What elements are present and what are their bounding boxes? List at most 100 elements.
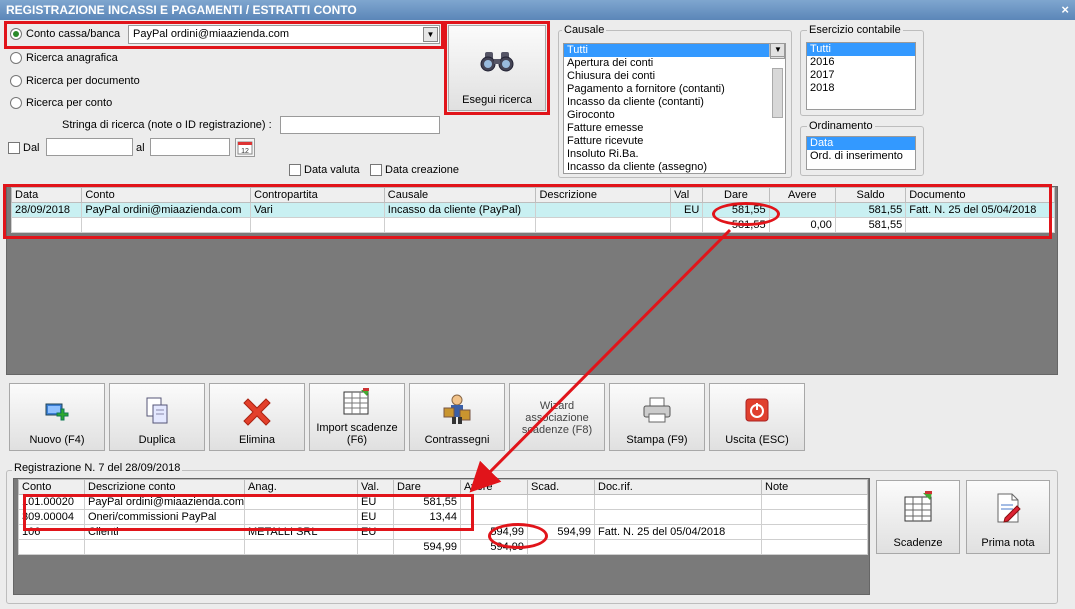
list-item[interactable]: Ord. di inserimento <box>807 150 915 163</box>
data-creazione-label: Data creazione <box>385 164 459 176</box>
data-valuta-label: Data valuta <box>304 164 360 176</box>
exit-button[interactable]: Uscita (ESC) <box>709 383 805 451</box>
list-item[interactable]: Data <box>807 137 915 150</box>
list-item[interactable]: Tutti <box>807 43 915 56</box>
list-item[interactable]: 2017 <box>807 69 915 82</box>
totals-row: 594,99 594,99 <box>18 539 868 555</box>
chevron-down-icon[interactable]: ▼ <box>423 27 438 42</box>
list-item[interactable]: 2018 <box>807 82 915 95</box>
radio-label: Ricerca per documento <box>26 75 140 87</box>
radio-ricerca-documento[interactable]: Ricerca per documento <box>10 75 140 88</box>
column-header[interactable]: Anag. <box>244 479 358 495</box>
edit-document-icon <box>997 493 1021 523</box>
search-string-input[interactable] <box>280 116 440 134</box>
column-header[interactable]: Conto <box>18 479 85 495</box>
scadenze-button[interactable]: Scadenze <box>876 480 960 554</box>
list-item[interactable]: Apertura dei conti <box>564 57 785 70</box>
delete-icon <box>243 398 271 426</box>
import-icon <box>343 388 369 415</box>
binoculars-icon <box>480 52 514 72</box>
causale-listbox[interactable]: Tutti Apertura dei conti Chiusura dei co… <box>563 43 786 174</box>
wizard-button[interactable]: Wizard associazione scadenze (F8) <box>509 383 605 451</box>
radio-ricerca-anagrafica[interactable]: Ricerca anagrafica <box>10 52 118 65</box>
duplicate-button-label: Duplica <box>138 434 176 446</box>
column-header[interactable]: Descrizione conto <box>84 479 245 495</box>
account-select[interactable]: PayPal ordini@miaazienda.com ▼ <box>128 25 440 44</box>
checkbox-data-valuta[interactable]: Data valuta <box>289 164 360 177</box>
list-item[interactable]: Insoluto Ri.Ba. <box>564 148 785 161</box>
date-from-input[interactable] <box>46 138 133 156</box>
list-item[interactable]: Giroconto <box>564 109 785 122</box>
radio-ricerca-conto[interactable]: Ricerca per conto <box>10 97 113 110</box>
radio-button-icon <box>10 75 22 88</box>
table-cell <box>84 539 245 555</box>
table-cell <box>761 524 868 540</box>
list-item[interactable]: 2016 <box>807 56 915 69</box>
table-cell <box>527 494 595 510</box>
column-header[interactable]: Doc.rif. <box>594 479 762 495</box>
new-button-label: Nuovo (F4) <box>29 434 85 446</box>
calculator-icon <box>904 491 932 522</box>
search-button-label: Esegui ricerca <box>462 94 532 106</box>
list-item[interactable]: Fatture emesse <box>564 122 785 135</box>
courier-icon <box>443 394 471 424</box>
avere-highlight-ellipse <box>488 523 548 549</box>
list-item[interactable]: Chiusura dei conti <box>564 70 785 83</box>
contrassegni-button-label: Contrassegni <box>424 434 490 446</box>
radio-label: Conto cassa/banca <box>26 28 121 40</box>
esercizio-listbox[interactable]: Tutti 2016 2017 2018 <box>806 42 916 110</box>
causale-scrollbar[interactable]: ▲ ▼ <box>769 44 785 118</box>
close-icon[interactable]: × <box>1061 2 1069 17</box>
scadenze-button-label: Scadenze <box>893 537 943 549</box>
import-scadenze-button-label: Import scadenze (F6) <box>316 422 398 446</box>
radio-button-icon <box>10 52 22 65</box>
duplicate-icon <box>146 397 168 424</box>
print-button[interactable]: Stampa (F9) <box>609 383 705 451</box>
column-header[interactable]: Scad. <box>527 479 595 495</box>
contrassegni-button[interactable]: Contrassegni <box>409 383 505 451</box>
table-cell <box>761 494 868 510</box>
checkbox-dal[interactable]: Dal <box>8 142 40 155</box>
radio-conto-cassa[interactable]: Conto cassa/banca <box>10 28 121 41</box>
print-button-label: Stampa (F9) <box>626 434 688 446</box>
duplicate-button[interactable]: Duplica <box>109 383 205 451</box>
prima-nota-button[interactable]: Prima nota <box>966 480 1050 554</box>
delete-button[interactable]: Elimina <box>209 383 305 451</box>
radio-button-icon <box>10 97 22 110</box>
ordinamento-listbox[interactable]: Data Ord. di inserimento <box>806 136 916 170</box>
column-header[interactable]: Dare <box>393 479 461 495</box>
search-button[interactable]: Esegui ricerca <box>448 25 546 111</box>
column-header[interactable]: Val. <box>357 479 394 495</box>
radio-label: Ricerca per conto <box>26 97 113 109</box>
scroll-thumb[interactable] <box>772 68 783 118</box>
table-cell <box>18 539 85 555</box>
table-cell <box>244 539 358 555</box>
causale-title: Causale <box>562 24 607 36</box>
prima-nota-button-label: Prima nota <box>981 537 1035 549</box>
list-item[interactable]: Fatture ricevute <box>564 135 785 148</box>
table-cell: 594,99 <box>393 539 461 555</box>
printer-icon <box>643 397 671 423</box>
list-item[interactable]: Tutti <box>564 44 785 57</box>
list-item[interactable]: Incasso da cliente (contanti) <box>564 96 785 109</box>
checkbox-icon <box>8 142 20 155</box>
list-item[interactable]: Incasso da cliente (assegno) <box>564 161 785 173</box>
table-cell: Fatt. N. 25 del 05/04/2018 <box>594 524 762 540</box>
column-header[interactable]: Avere <box>460 479 528 495</box>
dal-label: Dal <box>23 142 40 154</box>
date-to-input[interactable] <box>150 138 230 156</box>
column-header[interactable]: Note <box>761 479 868 495</box>
calendar-icon[interactable]: 12 <box>235 138 255 157</box>
wizard-button-label: Wizard associazione scadenze (F8) <box>521 400 593 436</box>
import-scadenze-button[interactable]: Import scadenze (F6) <box>309 383 405 451</box>
table-cell <box>594 509 762 525</box>
window-title: REGISTRAZIONE INCASSI E PAGAMENTI / ESTR… <box>6 3 357 17</box>
list-item[interactable]: Pagamento a fornitore (contanti) <box>564 83 785 96</box>
svg-text:12: 12 <box>241 148 249 155</box>
exit-button-label: Uscita (ESC) <box>725 434 789 446</box>
new-button[interactable]: Nuovo (F4) <box>9 383 105 451</box>
registration-rows-highlight <box>23 494 474 531</box>
checkbox-data-creazione[interactable]: Data creazione <box>370 164 459 177</box>
scroll-down-icon[interactable]: ▼ <box>770 44 785 57</box>
dare-highlight-ellipse <box>712 202 780 226</box>
